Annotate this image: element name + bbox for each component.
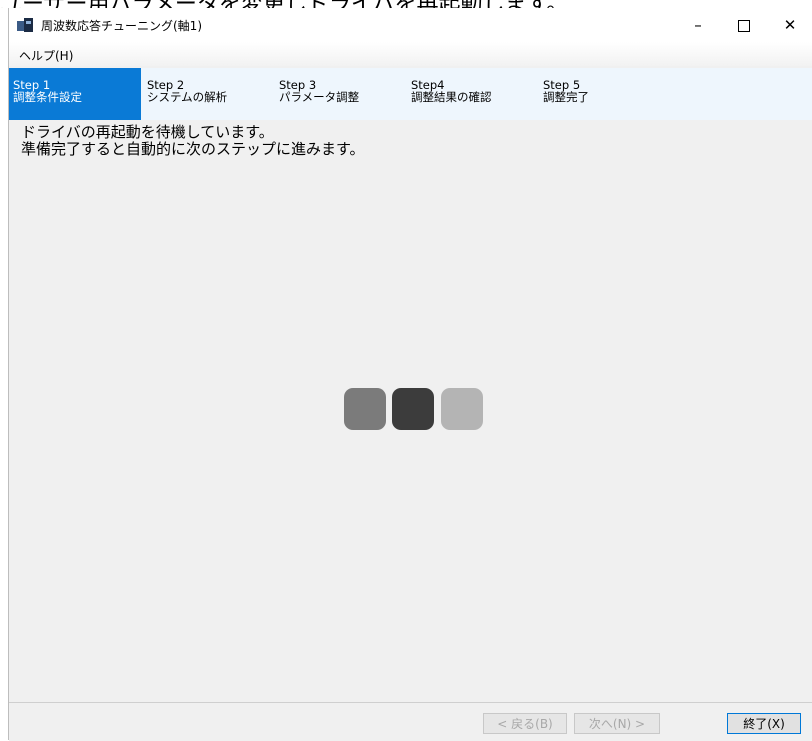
status-message: ドライバの再起動を待機しています。 準備完了すると自動的に次のステップに進みます… <box>21 124 365 158</box>
exit-button[interactable]: 終了(X) <box>727 713 801 734</box>
step-1-label: 調整条件設定 <box>13 90 82 104</box>
background-caption: ユーザー用パラメータを変更しドライバを再起動します。 <box>0 0 812 8</box>
step-bar: Step 1 調整条件設定 Step 2 システムの解析 Step 3 パラメー… <box>9 68 812 120</box>
tuning-window: 周波数応答チューニング(軸1) – ✕ ヘルプ(H) Step 1 調整条件設定… <box>8 8 812 741</box>
spinner-square-1 <box>344 388 386 430</box>
button-bar: < 戻る(B) 次へ(N) > 終了(X) <box>9 702 812 741</box>
title-bar[interactable]: 周波数応答チューニング(軸1) – ✕ <box>9 8 812 42</box>
minimize-button[interactable]: – <box>675 8 721 42</box>
close-button[interactable]: ✕ <box>767 8 812 42</box>
back-button[interactable]: < 戻る(B) <box>483 713 567 734</box>
app-window-icon <box>17 18 33 32</box>
step-3: Step 3 パラメータ調整 <box>275 68 407 120</box>
step-2: Step 2 システムの解析 <box>143 68 275 120</box>
minimize-icon: – <box>694 16 702 34</box>
status-message-line-2: 準備完了すると自動的に次のステップに進みます。 <box>21 140 365 158</box>
menu-bar: ヘルプ(H) <box>9 42 812 66</box>
window-title: 周波数応答チューニング(軸1) <box>41 19 202 33</box>
step-3-label: パラメータ調整 <box>279 90 360 104</box>
step-4-label: 調整結果の確認 <box>411 90 492 104</box>
step-2-label: システムの解析 <box>147 90 228 104</box>
background-caption-text: ユーザー用パラメータを変更しドライバを再起動します。 <box>0 0 568 8</box>
step-4: Step4 調整結果の確認 <box>407 68 539 120</box>
spinner-square-2 <box>392 388 434 430</box>
maximize-icon <box>738 19 750 32</box>
step-5: Step 5 調整完了 <box>539 68 671 120</box>
spinner-square-3 <box>441 388 483 430</box>
close-icon: ✕ <box>783 16 797 34</box>
step-5-label: 調整完了 <box>543 90 589 104</box>
maximize-button[interactable] <box>721 8 767 42</box>
status-message-line-1: ドライバの再起動を待機しています。 <box>21 123 274 141</box>
menu-help[interactable]: ヘルプ(H) <box>13 45 79 66</box>
step-1: Step 1 調整条件設定 <box>9 68 141 120</box>
next-button[interactable]: 次へ(N) > <box>574 713 660 734</box>
